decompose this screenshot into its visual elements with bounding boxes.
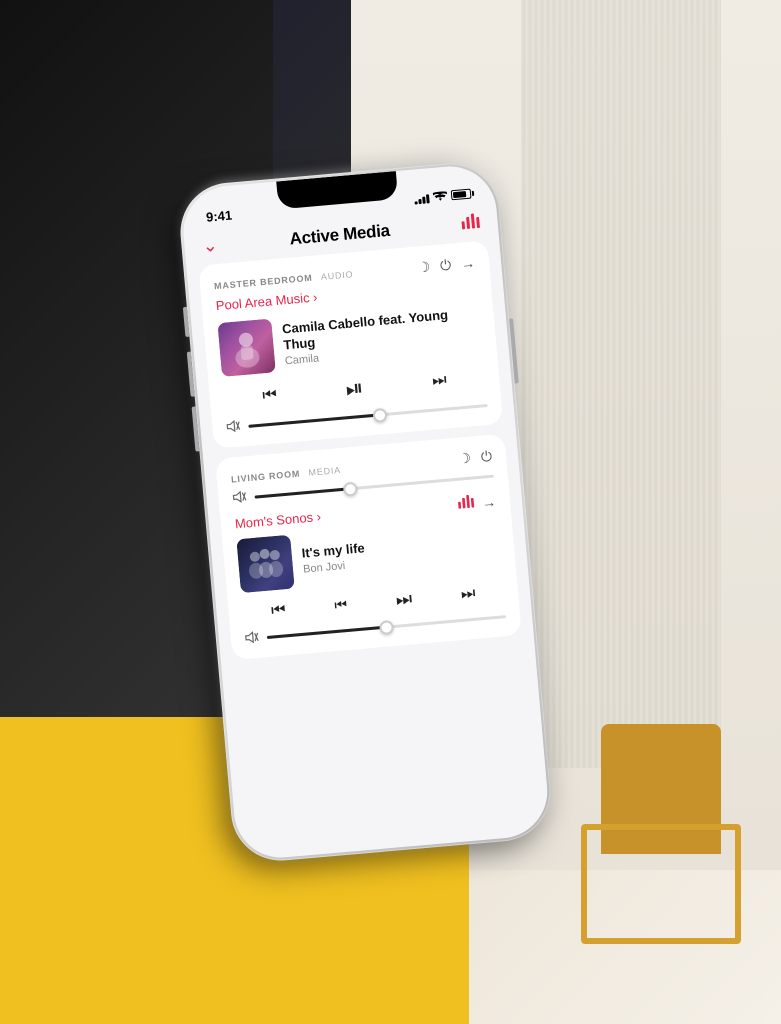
living-room-label: LIVING ROOM xyxy=(230,469,300,485)
living-volume-fill-top xyxy=(254,487,350,498)
chair-frame xyxy=(581,824,741,944)
volume-thumb[interactable] xyxy=(372,407,387,422)
living-moon-icon[interactable]: ☽ xyxy=(457,449,471,467)
skip-back-back-button[interactable]: ⏮ xyxy=(261,386,277,405)
living-mute-icon-top[interactable] xyxy=(232,490,247,506)
living-power-icon[interactable]: ⏻ xyxy=(480,447,493,465)
living-play-pause-button[interactable]: ⏭ xyxy=(395,588,413,610)
room-controls: ☽ ⏻ → xyxy=(416,254,475,276)
living-volume-thumb-bottom[interactable] xyxy=(378,620,393,635)
page-title: Active Media xyxy=(288,220,390,249)
room-label: MASTER BEDROOM xyxy=(213,273,312,292)
scroll-content: MASTER BEDROOM AUDIO ☽ ⏻ → Pool Area Mus… xyxy=(186,239,550,850)
living-arrow-right-icon[interactable]: → xyxy=(481,493,496,510)
living-skip-forward-forward-button[interactable]: ⏭ xyxy=(460,584,476,603)
skip-forward-forward-button[interactable]: ⏭ xyxy=(431,371,447,390)
moon-icon[interactable]: ☽ xyxy=(416,258,430,276)
power-icon[interactable]: ⏻ xyxy=(439,256,452,274)
source-link-sonos[interactable]: Mom's Sonos › xyxy=(234,509,321,531)
chevron-down-icon[interactable]: ⌄ xyxy=(201,235,218,257)
living-skip-back-back-button[interactable]: ⏮ xyxy=(270,601,286,620)
living-room-type: MEDIA xyxy=(308,465,341,478)
living-skip-back-button[interactable]: ⏮ xyxy=(333,596,347,614)
mute-icon[interactable] xyxy=(225,420,240,436)
track-artwork xyxy=(217,318,276,377)
living-volume-thumb-top[interactable] xyxy=(342,481,357,496)
wifi-icon xyxy=(432,190,447,202)
phone-device: 9:41 xyxy=(176,159,554,864)
gold-chair xyxy=(581,724,741,944)
living-track-artwork xyxy=(236,535,295,594)
source-icons: → xyxy=(457,492,497,514)
track-row: Camila Cabello feat. Young Thug Camila xyxy=(217,300,483,377)
artist-figure xyxy=(224,326,267,369)
play-pause-button[interactable]: ⏯ xyxy=(344,375,364,402)
bg-curtain xyxy=(521,0,721,768)
room-type: AUDIO xyxy=(320,269,353,282)
living-room-controls: ☽ ⏻ xyxy=(457,447,492,467)
band-figure xyxy=(243,542,286,585)
living-mute-icon-bottom[interactable] xyxy=(244,631,259,647)
arrow-right-icon[interactable]: → xyxy=(460,255,475,272)
phone-shell: 9:41 xyxy=(176,159,554,864)
phone-screen: 9:41 xyxy=(179,163,551,862)
living-volume-fill-bottom xyxy=(266,626,386,639)
status-icons xyxy=(413,188,471,204)
battery-icon xyxy=(450,189,471,201)
volume-fill xyxy=(248,413,380,427)
living-track-info: It's my life Bon Jovi xyxy=(301,529,501,576)
track-info: Camila Cabello feat. Young Thug Camila xyxy=(281,305,482,367)
status-time: 9:41 xyxy=(205,207,232,224)
living-chart-icon[interactable] xyxy=(457,494,475,514)
living-room-card: LIVING ROOM MEDIA ☽ ⏻ xyxy=(215,434,522,661)
chart-icon[interactable] xyxy=(460,212,480,234)
master-bedroom-card: MASTER BEDROOM AUDIO ☽ ⏻ → Pool Area Mus… xyxy=(198,240,503,449)
signal-icon xyxy=(413,192,429,204)
